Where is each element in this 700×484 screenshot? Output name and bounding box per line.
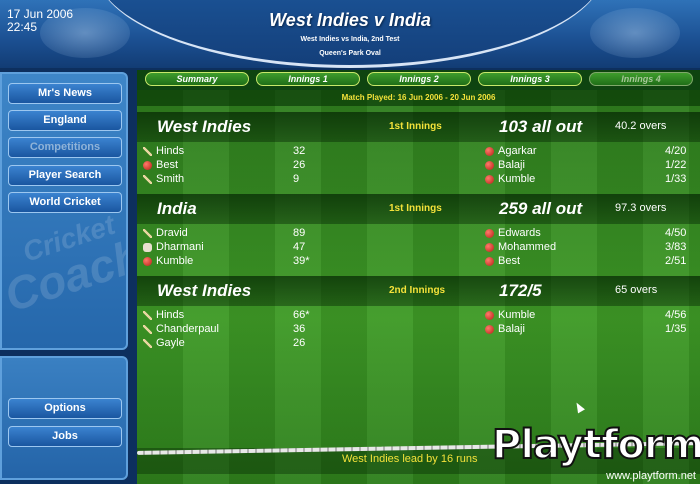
match-played-dates: Match Played: 16 Jun 2006 - 20 Jun 2006 — [137, 90, 700, 106]
innings-header: India 1st Innings 259 all out 97.3 overs — [137, 194, 700, 224]
batsman-row: Dharmani 47 — [143, 241, 343, 254]
bat-icon — [143, 325, 152, 334]
bat-icon — [143, 339, 152, 348]
innings-label: 1st Innings — [389, 121, 442, 132]
player-search-button[interactable]: Player Search — [8, 165, 122, 186]
innings-overs: 97.3 overs — [615, 202, 667, 214]
batsman-row: Gayle 26 — [143, 337, 343, 350]
innings-tabs: Summary Innings 1 Innings 2 Innings 3 In… — [137, 70, 700, 90]
bowler-row: Agarkar 4/20 — [485, 145, 695, 158]
bowler-row: Balaji 1/22 — [485, 159, 695, 172]
ball-icon — [485, 243, 494, 252]
ball-icon — [485, 161, 494, 170]
ball-icon — [143, 257, 152, 266]
bowler-row: Best 2/51 — [485, 255, 695, 268]
innings-overs: 65 overs — [615, 284, 658, 296]
tab-innings-3[interactable]: Innings 3 — [478, 72, 582, 86]
bowler-row: Edwards 4/50 — [485, 227, 695, 240]
header-bar: 17 Jun 2006 22:45 West Indies v India We… — [0, 0, 700, 68]
innings-score: 172/5 — [499, 281, 542, 300]
sidebar-bottom-panel: Options Jobs — [0, 356, 128, 480]
innings-header: West Indies 1st Innings 103 all out 40.2… — [137, 112, 700, 142]
ball-icon — [485, 325, 494, 334]
batsman-row: Dravid 89 — [143, 227, 343, 240]
ball-icon — [485, 229, 494, 238]
ball-icon — [485, 147, 494, 156]
glove-icon — [143, 243, 152, 252]
ball-icon — [485, 311, 494, 320]
bowler-row: Balaji 1/35 — [485, 323, 695, 336]
world-cricket-button[interactable]: World Cricket — [8, 192, 122, 213]
jobs-button[interactable]: Jobs — [8, 426, 122, 447]
england-button[interactable]: England — [8, 110, 122, 131]
team-name: West Indies — [157, 281, 252, 300]
team-name: West Indies — [157, 117, 252, 136]
match-subtitle: West Indies vs India, 2nd Test — [300, 36, 400, 43]
batsman-row: Hinds 66* — [143, 309, 343, 322]
ball-icon — [485, 175, 494, 184]
batsman-row: Chanderpaul 36 — [143, 323, 343, 336]
ball-icon — [143, 161, 152, 170]
innings-score: 259 all out — [499, 199, 583, 218]
bowler-row: Kumble 4/56 — [485, 309, 695, 322]
innings-score: 103 all out — [499, 117, 583, 136]
tab-innings-1[interactable]: Innings 1 — [256, 72, 360, 86]
batsman-row: Hinds 32 — [143, 145, 343, 158]
mrs-news-button[interactable]: Mr's News — [8, 83, 122, 104]
tab-summary[interactable]: Summary — [145, 72, 249, 86]
innings-overs: 40.2 overs — [615, 120, 667, 132]
innings-header: West Indies 2nd Innings 172/5 65 overs — [137, 276, 700, 306]
batsman-row: Smith 9 — [143, 173, 343, 186]
lead-summary-text: West Indies lead by 16 runs — [342, 453, 478, 465]
options-button[interactable]: Options — [8, 398, 122, 419]
bat-icon — [143, 311, 152, 320]
match-title: West Indies v India — [269, 10, 431, 30]
batsman-row: Best 26 — [143, 159, 343, 172]
innings-label: 2nd Innings — [389, 285, 446, 296]
bowler-row: Kumble 1/33 — [485, 173, 695, 186]
ball-icon — [485, 257, 494, 266]
match-venue: Queen's Park Oval — [319, 50, 381, 57]
bat-icon — [143, 175, 152, 184]
cricket-coach-watermark: Cricket Coach — [0, 208, 128, 322]
team-name: India — [157, 199, 197, 218]
bat-icon — [143, 229, 152, 238]
tab-innings-2[interactable]: Innings 2 — [367, 72, 471, 86]
mouse-cursor-icon — [573, 400, 585, 414]
sidebar-nav: Cricket Coach Mr's News England Competit… — [0, 72, 128, 350]
batsman-row: Kumble 39* — [143, 255, 343, 268]
tab-innings-4[interactable]: Innings 4 — [589, 72, 693, 86]
bat-icon — [143, 147, 152, 156]
competitions-button[interactable]: Competitions — [8, 137, 122, 158]
playtform-logo: Playtform www.playtform.net — [491, 421, 700, 482]
innings-label: 1st Innings — [389, 203, 442, 214]
bowler-row: Mohammed 3/83 — [485, 241, 695, 254]
